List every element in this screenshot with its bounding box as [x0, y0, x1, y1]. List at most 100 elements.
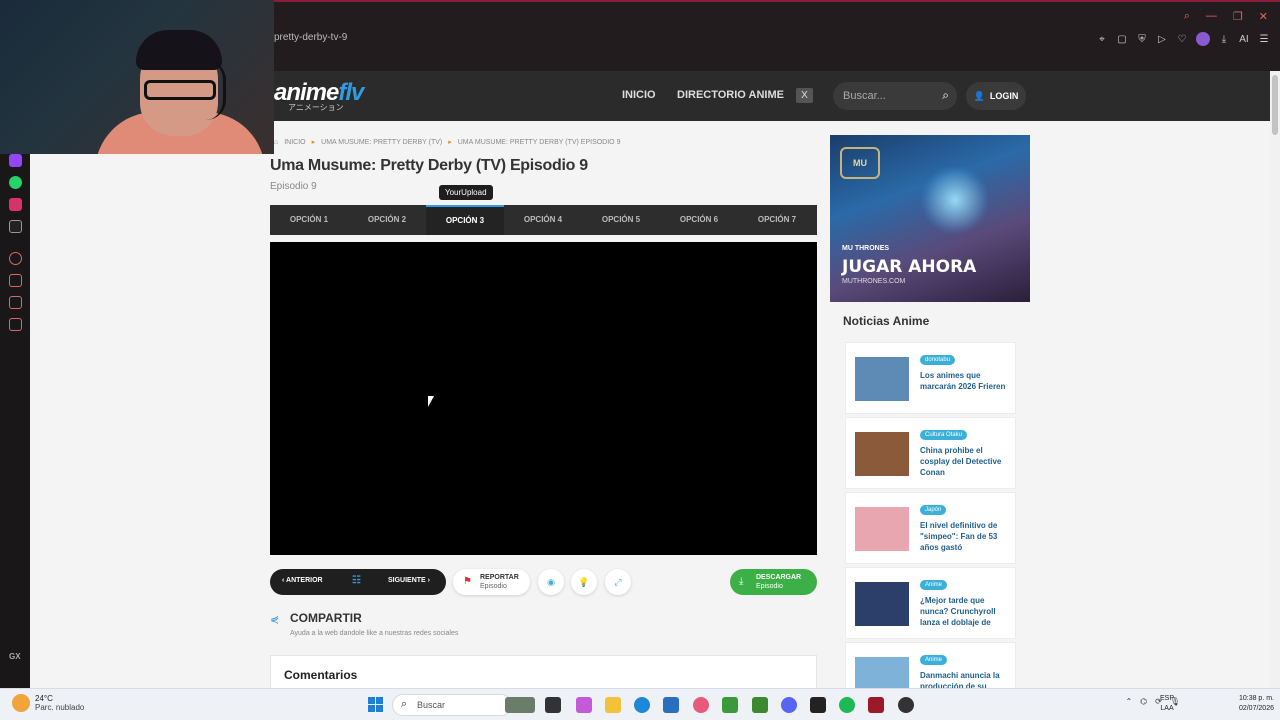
twitch-icon[interactable]	[9, 154, 22, 167]
news-item[interactable]: Anime ¿Mejor tarde que nunca? Crunchyrol…	[845, 567, 1016, 639]
scrollbar-thumb[interactable]	[1272, 75, 1278, 135]
lightbulb-icon[interactable]: 💡	[571, 569, 597, 595]
taskbar-app-thumbnail[interactable]	[505, 697, 535, 713]
discord-icon[interactable]	[781, 697, 797, 713]
spotify-icon[interactable]	[839, 697, 855, 713]
weather-icon	[12, 694, 30, 712]
extension-icon[interactable]	[9, 296, 22, 309]
tab-option-6[interactable]: OPCIÓN 6	[660, 205, 738, 235]
opera-gx-icon[interactable]	[693, 697, 709, 713]
server-options-bar: OPCIÓN 1 OPCIÓN 2 OPCIÓN 3 OPCIÓN 4 OPCI…	[270, 205, 817, 235]
address-bar[interactable]: pretty-derby-tv-9	[274, 32, 347, 43]
task-view-icon[interactable]	[545, 697, 561, 713]
tab-option-3[interactable]: OPCIÓN 3	[426, 205, 504, 235]
obs-icon[interactable]	[810, 697, 826, 713]
menu-icon[interactable]: ☰	[1258, 34, 1270, 45]
news-tag[interactable]: Cultura Otaku	[920, 430, 968, 440]
news-item[interactable]: donotabu Los animes que marcarán 2026 Fr…	[845, 342, 1016, 414]
download-icon[interactable]: ⤓	[1218, 34, 1230, 45]
x-social-icon[interactable]: X	[796, 88, 813, 103]
store-icon[interactable]	[663, 697, 679, 713]
server-tooltip: YourUpload	[439, 185, 493, 200]
player-icon[interactable]	[9, 252, 22, 265]
video-player[interactable]	[270, 242, 817, 555]
breadcrumb-anime[interactable]: UMA MUSUME: PRETTY DERBY (TV)	[321, 139, 442, 146]
play-icon[interactable]: ▷	[1156, 34, 1168, 45]
tiktok-icon[interactable]	[9, 220, 22, 233]
language-indicator[interactable]: ESP LAA	[1160, 694, 1174, 714]
home-icon[interactable]: ⌂	[274, 139, 278, 146]
chevron-up-icon[interactable]: ⌃	[1125, 697, 1132, 706]
whatsapp-icon[interactable]	[9, 176, 22, 189]
mouse-cursor-icon	[428, 396, 434, 407]
report-button[interactable]: ⚑ REPORTAR Episodio	[453, 569, 530, 595]
nav-directorio-anime[interactable]: DIRECTORIO ANIME	[677, 89, 784, 101]
tab-option-5[interactable]: OPCIÓN 5	[582, 205, 660, 235]
shield-icon[interactable]: ⛨	[1136, 34, 1148, 45]
news-headline[interactable]: ¿Mejor tarde que nunca? Crunchyroll lanz…	[920, 595, 1012, 628]
news-headline[interactable]: Danmachi anuncia la producción de su	[920, 670, 1012, 688]
screenshot-icon[interactable]: ▢	[1116, 34, 1128, 45]
news-tag[interactable]: Japón	[920, 505, 947, 515]
valorant-icon[interactable]	[868, 697, 884, 713]
taskbar-search[interactable]: ⌕ Buscar	[392, 694, 512, 716]
next-episode-button[interactable]: SIGUIENTE ›	[388, 577, 430, 584]
scrollbar[interactable]	[1270, 71, 1280, 688]
network-icon[interactable]: ⌬	[1140, 697, 1147, 706]
news-tag[interactable]: donotabu	[920, 355, 956, 365]
cube-icon[interactable]	[9, 274, 22, 287]
edge-icon[interactable]	[634, 697, 650, 713]
tab-option-1[interactable]: OPCIÓN 1	[270, 205, 348, 235]
copilot-icon[interactable]	[576, 697, 592, 713]
login-button[interactable]: 👤 LOGIN	[966, 82, 1026, 110]
advertisement-banner[interactable]: MU MU THRONES JUGAR AHORA MUTHRONES.COM	[830, 135, 1030, 302]
news-thumbnail[interactable]	[855, 582, 909, 626]
news-item[interactable]: Anime Danmachi anuncia la producción de …	[845, 642, 1016, 688]
tab-option-7[interactable]: OPCIÓN 7	[738, 205, 816, 235]
weather-widget[interactable]: 24°C Parc. nublado	[12, 694, 84, 712]
github-icon[interactable]	[898, 697, 914, 713]
breadcrumb: ⌂ INICIO ▸ UMA MUSUME: PRETTY DERBY (TV)…	[274, 138, 620, 147]
news-headline[interactable]: El nivel definitivo de "simpeo": Fan de …	[920, 520, 1012, 553]
eye-icon[interactable]: ◉	[538, 569, 564, 595]
news-item[interactable]: Japón El nivel definitivo de "simpeo": F…	[845, 492, 1016, 564]
profile-icon[interactable]	[1196, 32, 1210, 46]
news-thumbnail[interactable]	[855, 657, 909, 688]
search-icon[interactable]: ⌕	[942, 88, 949, 103]
search-icon[interactable]: ⌕	[1184, 10, 1190, 23]
news-headline[interactable]: Los animes que marcarán 2026 Frieren	[920, 370, 1012, 392]
ai-icon[interactable]: AI	[1238, 34, 1250, 45]
episode-list-icon[interactable]: ☷	[352, 575, 361, 586]
download-button[interactable]: ⤓ DESCARGAR Episodio	[730, 569, 817, 595]
news-headline[interactable]: China prohibe el cosplay del Detective C…	[920, 445, 1012, 478]
search-input[interactable]	[843, 88, 933, 104]
news-tag[interactable]: Anime	[920, 655, 948, 665]
expand-icon[interactable]: ⤢	[605, 569, 631, 595]
news-item[interactable]: Cultura Otaku China prohibe el cosplay d…	[845, 417, 1016, 489]
minimize-icon[interactable]: —	[1206, 10, 1217, 23]
file-explorer-icon[interactable]	[605, 697, 621, 713]
flag-icon: ⚑	[463, 576, 472, 587]
breadcrumb-inicio[interactable]: INICIO	[284, 139, 305, 146]
close-icon[interactable]: ✕	[1259, 10, 1268, 23]
restore-icon[interactable]: ❐	[1233, 10, 1243, 23]
previous-episode-button[interactable]: ‹ ANTERIOR	[282, 577, 323, 584]
tab-option-4[interactable]: OPCIÓN 4	[504, 205, 582, 235]
news-tag[interactable]: Anime	[920, 580, 948, 590]
news-thumbnail[interactable]	[855, 357, 909, 401]
windows-start-icon[interactable]	[368, 697, 383, 712]
news-thumbnail[interactable]	[855, 432, 909, 476]
heart-icon[interactable]: ♡	[1176, 34, 1188, 45]
instagram-icon[interactable]	[9, 198, 22, 211]
xbox-icon[interactable]	[722, 697, 738, 713]
nav-inicio[interactable]: INICIO	[622, 89, 656, 101]
clock[interactable]: 10:38 p. m. 02/07/2026	[1226, 694, 1274, 714]
pin-icon[interactable]: ⌖	[1096, 34, 1108, 45]
share-title: COMPARTIR	[290, 611, 362, 625]
tab-option-2[interactable]: OPCIÓN 2	[348, 205, 426, 235]
minecraft-icon[interactable]	[752, 697, 768, 713]
news-thumbnail[interactable]	[855, 507, 909, 551]
settings-icon[interactable]	[9, 318, 22, 331]
window-controls: ⌕ — ❐ ✕	[1184, 10, 1268, 23]
gx-icon[interactable]: GX	[9, 652, 21, 661]
